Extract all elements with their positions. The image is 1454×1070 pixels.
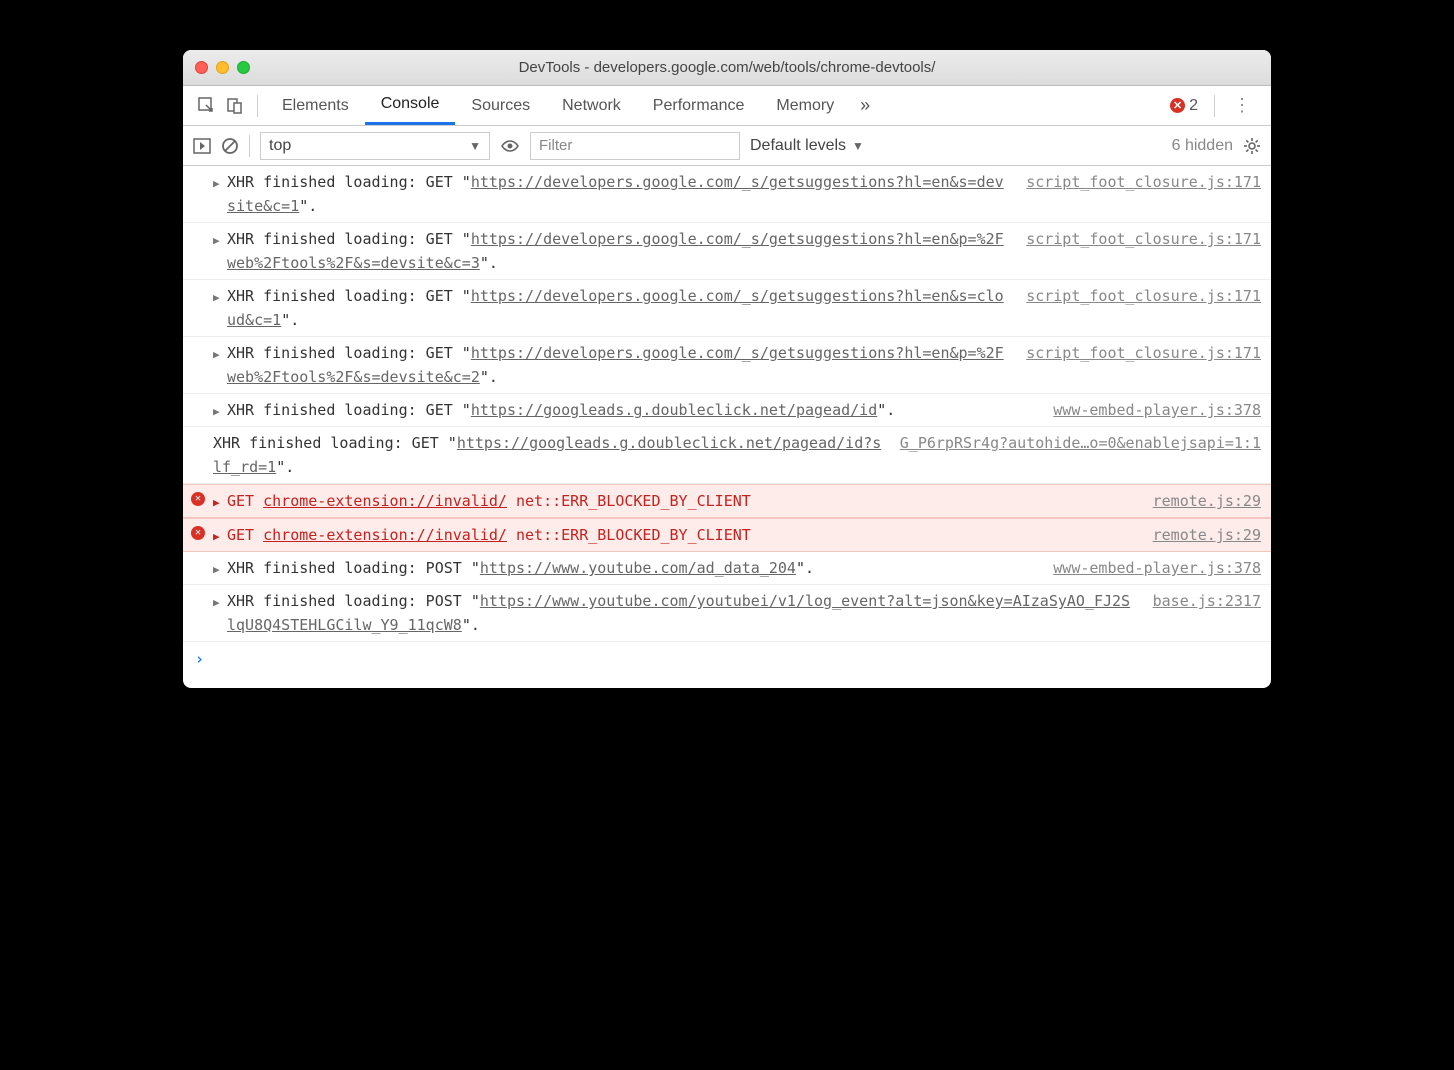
- console-log-row[interactable]: ▶XHR finished loading: GET "https://goog…: [183, 394, 1271, 427]
- log-message: XHR finished loading: POST "https://www.…: [213, 556, 1039, 580]
- source-link[interactable]: script_foot_closure.js:171: [1026, 227, 1261, 275]
- tab-sources[interactable]: Sources: [455, 86, 546, 125]
- source-link[interactable]: remote.js:29: [1153, 489, 1261, 513]
- log-message: XHR finished loading: GET "https://devel…: [213, 341, 1012, 389]
- log-message: XHR finished loading: POST "https://www.…: [213, 589, 1139, 637]
- source-link[interactable]: base.js:2317: [1153, 589, 1261, 637]
- live-expression-icon[interactable]: [500, 139, 520, 153]
- error-icon: ✕: [191, 492, 205, 506]
- devtools-tabbar: ElementsConsoleSourcesNetworkPerformance…: [183, 86, 1271, 126]
- source-link[interactable]: G_P6rpRSr4g?autohide…o=0&enablejsapi=1:1: [900, 431, 1261, 479]
- tab-memory[interactable]: Memory: [760, 86, 850, 125]
- tab-performance[interactable]: Performance: [637, 86, 761, 125]
- console-log-row[interactable]: ▶XHR finished loading: GET "https://deve…: [183, 280, 1271, 337]
- device-toggle-icon[interactable]: [221, 97, 249, 115]
- console-log-row[interactable]: ▶XHR finished loading: GET "https://deve…: [183, 166, 1271, 223]
- clear-console-icon[interactable]: [221, 137, 239, 155]
- context-value: top: [269, 137, 291, 155]
- console-log-row[interactable]: ▶XHR finished loading: POST "https://www…: [183, 552, 1271, 585]
- expand-icon[interactable]: ▶: [213, 594, 220, 612]
- log-message: XHR finished loading: GET "https://devel…: [213, 170, 1012, 218]
- expand-icon[interactable]: ▶: [213, 528, 220, 546]
- context-selector[interactable]: top ▼: [260, 132, 490, 160]
- filter-input[interactable]: Filter: [530, 132, 740, 160]
- error-icon: ✕: [1170, 98, 1185, 113]
- log-message: GET chrome-extension://invalid/ net::ERR…: [213, 523, 1139, 547]
- console-output: ▶XHR finished loading: GET "https://deve…: [183, 166, 1271, 642]
- console-prompt[interactable]: ›: [183, 642, 1271, 688]
- console-log-row[interactable]: XHR finished loading: GET "https://googl…: [183, 427, 1271, 484]
- log-message: XHR finished loading: GET "https://googl…: [213, 431, 886, 479]
- expand-icon[interactable]: ▶: [213, 403, 220, 421]
- error-icon: ✕: [191, 526, 205, 540]
- expand-icon[interactable]: ▶: [213, 346, 220, 364]
- tab-elements[interactable]: Elements: [266, 86, 365, 125]
- console-log-row[interactable]: ▶XHR finished loading: GET "https://deve…: [183, 337, 1271, 394]
- inspect-icon[interactable]: [193, 97, 221, 115]
- source-link[interactable]: remote.js:29: [1153, 523, 1261, 547]
- hidden-count[interactable]: 6 hidden: [1172, 137, 1233, 155]
- settings-menu-icon[interactable]: ⋮: [1223, 95, 1261, 116]
- console-toolbar: top ▼ Filter Default levels ▼ 6 hidden: [183, 126, 1271, 166]
- titlebar: DevTools - developers.google.com/web/too…: [183, 50, 1271, 86]
- expand-icon[interactable]: ▶: [213, 232, 220, 250]
- console-log-row[interactable]: ▶XHR finished loading: GET "https://deve…: [183, 223, 1271, 280]
- source-link[interactable]: script_foot_closure.js:171: [1026, 284, 1261, 332]
- chevron-down-icon: ▼: [469, 139, 481, 153]
- error-count-badge[interactable]: ✕ 2: [1162, 97, 1206, 115]
- log-message: XHR finished loading: GET "https://devel…: [213, 284, 1012, 332]
- expand-icon[interactable]: ▶: [213, 175, 220, 193]
- expand-icon[interactable]: ▶: [213, 561, 220, 579]
- console-error-row[interactable]: ✕ ▶GET chrome-extension://invalid/ net::E…: [183, 484, 1271, 518]
- sidebar-toggle-icon[interactable]: [193, 138, 211, 154]
- error-count: 2: [1189, 97, 1198, 115]
- expand-icon[interactable]: ▶: [213, 494, 220, 512]
- tab-network[interactable]: Network: [546, 86, 637, 125]
- window-title: DevTools - developers.google.com/web/too…: [183, 59, 1271, 76]
- log-message: XHR finished loading: GET "https://googl…: [213, 398, 1039, 422]
- gear-icon[interactable]: [1243, 137, 1261, 155]
- filter-placeholder: Filter: [539, 137, 572, 154]
- console-log-row[interactable]: ▶XHR finished loading: POST "https://www…: [183, 585, 1271, 642]
- levels-label: Default levels: [750, 137, 846, 155]
- log-message: GET chrome-extension://invalid/ net::ERR…: [213, 489, 1139, 513]
- tab-console[interactable]: Console: [365, 86, 456, 125]
- expand-icon[interactable]: ▶: [213, 289, 220, 307]
- source-link[interactable]: www-embed-player.js:378: [1053, 556, 1261, 580]
- chevron-down-icon: ▼: [852, 139, 864, 153]
- log-levels-selector[interactable]: Default levels ▼: [750, 137, 864, 155]
- source-link[interactable]: www-embed-player.js:378: [1053, 398, 1261, 422]
- source-link[interactable]: script_foot_closure.js:171: [1026, 341, 1261, 389]
- console-error-row[interactable]: ✕ ▶GET chrome-extension://invalid/ net::E…: [183, 518, 1271, 552]
- devtools-window: DevTools - developers.google.com/web/too…: [183, 50, 1271, 688]
- source-link[interactable]: script_foot_closure.js:171: [1026, 170, 1261, 218]
- log-message: XHR finished loading: GET "https://devel…: [213, 227, 1012, 275]
- more-tabs-icon[interactable]: »: [850, 95, 880, 116]
